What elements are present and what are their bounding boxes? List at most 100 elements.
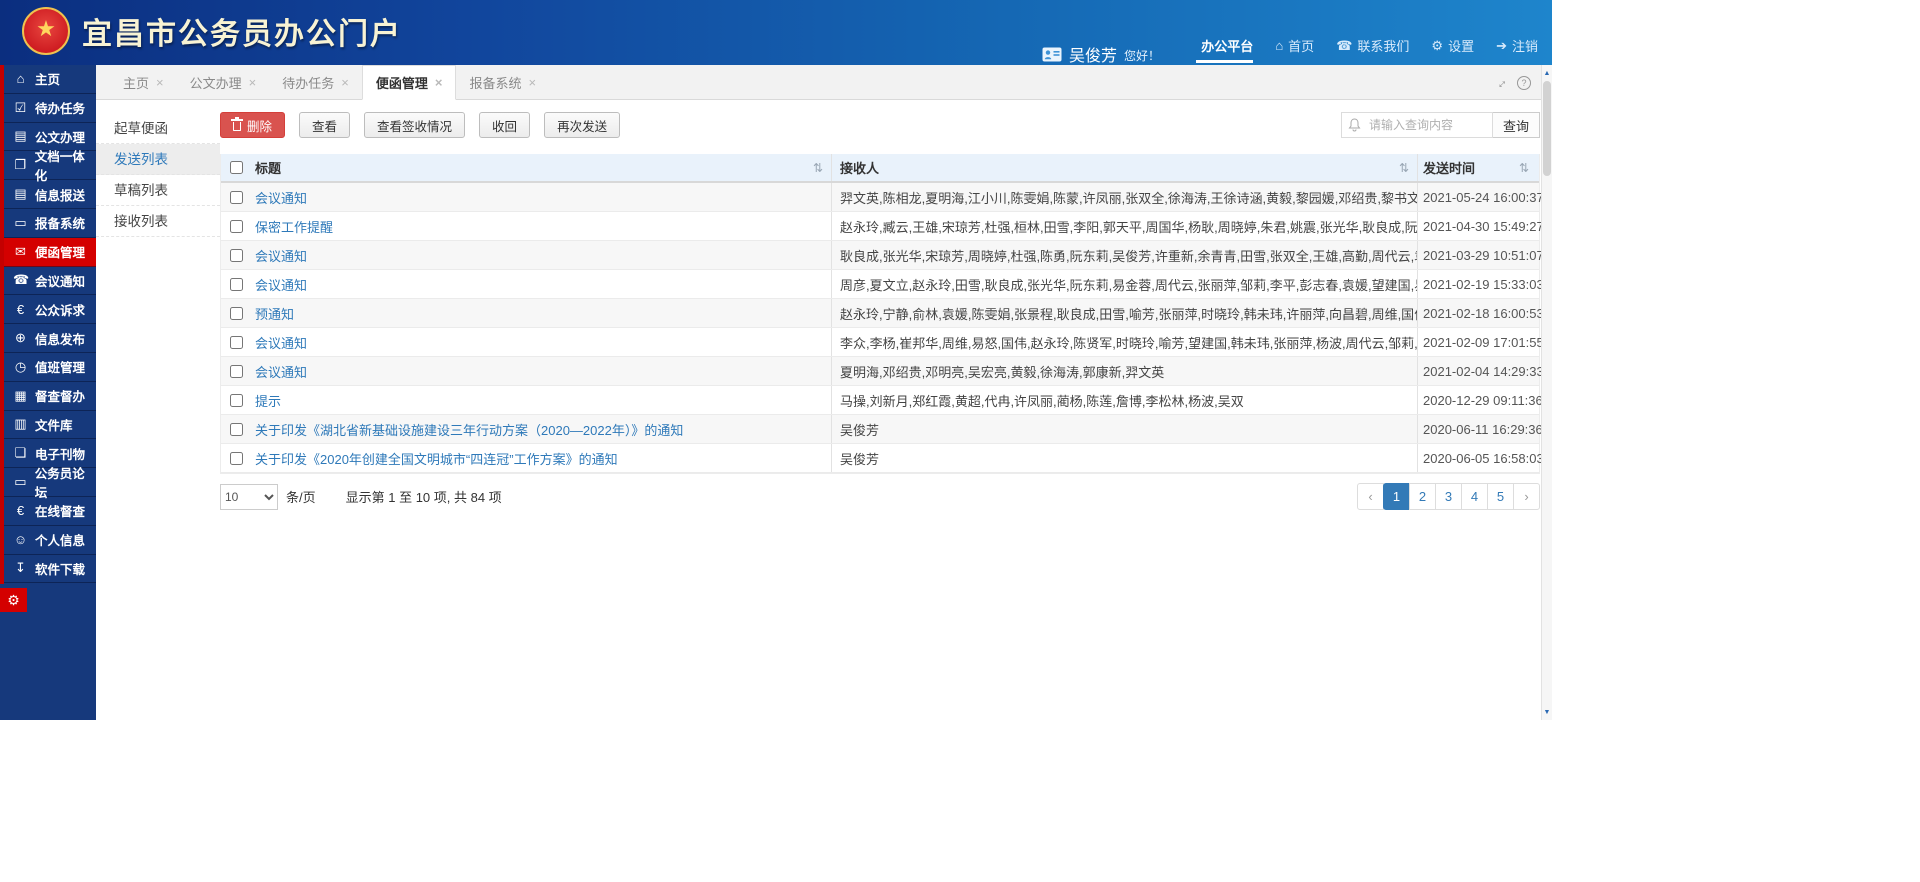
tab-close-icon[interactable]: × xyxy=(528,76,536,89)
memo-title-link[interactable]: 会议通知 xyxy=(255,191,307,206)
row-checkbox[interactable] xyxy=(230,249,243,262)
submenu-item-label: 接收列表 xyxy=(114,214,168,229)
top-nav-item[interactable]: ⌂ 首页 xyxy=(1275,36,1314,63)
sort-icon[interactable]: ⇅ xyxy=(1399,161,1409,175)
table-row: 会议通知 周彦,夏文立,赵永玲,田雪,耿良成,张光华,阮东莉,易金蓉,周代云,张… xyxy=(221,270,1539,299)
next-page-button[interactable]: › xyxy=(1513,483,1540,510)
sidebar-item-label: 便函管理 xyxy=(35,242,85,261)
memo-title-link[interactable]: 会议通知 xyxy=(255,249,307,264)
sidebar-item[interactable]: ◷ 值班管理 xyxy=(0,353,96,382)
memo-title-link[interactable]: 提示 xyxy=(255,394,281,409)
sidebar-item[interactable]: ⌂ 主页 xyxy=(0,65,96,94)
sidebar-item[interactable]: ▦ 督查督办 xyxy=(0,382,96,411)
row-checkbox[interactable] xyxy=(230,423,243,436)
tab-close-icon[interactable]: × xyxy=(156,76,164,89)
page-button[interactable]: 2 xyxy=(1409,483,1436,510)
row-checkbox[interactable] xyxy=(230,191,243,204)
download-icon: ↧ xyxy=(13,560,28,576)
top-nav-item[interactable]: ☎ 联系我们 xyxy=(1336,36,1409,63)
sidebar-menu: ⌂ 主页 ☑ 待办任务 ▤ 公文办理 ❐ 文档一体化 xyxy=(0,65,96,583)
delete-button[interactable]: 删除 xyxy=(220,112,285,138)
row-checkbox[interactable] xyxy=(230,452,243,465)
row-checkbox[interactable] xyxy=(230,307,243,320)
sidebar-item[interactable]: ❐ 文档一体化 xyxy=(0,151,96,180)
submenu-item[interactable]: 起草便函 xyxy=(96,113,220,144)
toolbar-button[interactable]: 再次发送 xyxy=(544,112,620,138)
toolbar-button[interactable]: 收回 xyxy=(479,112,530,138)
scroll-up-arrow[interactable]: ▲ xyxy=(1542,66,1552,80)
sidebar-item[interactable]: ✉ 便函管理 xyxy=(0,238,96,267)
row-checkbox[interactable] xyxy=(230,336,243,349)
column-header-receivers[interactable]: 接收人 ⇅ xyxy=(831,154,1417,181)
toolbar-button[interactable]: 查看 xyxy=(299,112,350,138)
tab-close-icon[interactable]: × xyxy=(341,76,349,89)
memo-title-link[interactable]: 会议通知 xyxy=(255,278,307,293)
column-header-title[interactable]: 标题 ⇅ xyxy=(251,158,831,177)
table-body: 会议通知 羿文英,陈相龙,夏明海,江小川,陈雯娟,陈蒙,许凤丽,张双全,徐海涛,… xyxy=(221,183,1539,473)
online-inspection-icon: € xyxy=(13,503,28,518)
sort-icon[interactable]: ⇅ xyxy=(1519,161,1529,175)
scroll-down-arrow[interactable]: ▼ xyxy=(1542,705,1552,719)
sidebar-item[interactable]: ☎ 会议通知 xyxy=(0,267,96,296)
nav-label: 设置 xyxy=(1448,36,1474,55)
sidebar-item[interactable]: ▭ 报备系统 xyxy=(0,209,96,238)
memo-title-link[interactable]: 关于印发《湖北省新基础设施建设三年行动方案（2020—2022年）》的通知 xyxy=(255,423,683,438)
search-button[interactable]: 查询 xyxy=(1492,112,1540,138)
row-checkbox[interactable] xyxy=(230,394,243,407)
pagination-bar: 10 条/页 显示第 1 至 10 项, 共 84 项 ‹ 1 2 3 4 5 xyxy=(220,483,1540,510)
row-checkbox[interactable] xyxy=(230,220,243,233)
tab[interactable]: 待办任务 × xyxy=(269,65,362,100)
sidebar-item[interactable]: ▤ 信息报送 xyxy=(0,180,96,209)
page-button[interactable]: 1 xyxy=(1383,483,1410,510)
sidebar-item[interactable]: ☑ 待办任务 xyxy=(0,94,96,123)
tab-close-icon[interactable]: × xyxy=(249,76,257,89)
submenu-item-label: 发送列表 xyxy=(114,152,168,167)
sidebar-item[interactable]: ▥ 文件库 xyxy=(0,411,96,440)
submenu-item[interactable]: 草稿列表 xyxy=(96,175,220,206)
sidebar-item[interactable]: € 在线督查 xyxy=(0,497,96,526)
per-page-label: 条/页 xyxy=(286,487,316,506)
sidebar-item[interactable]: ↧ 软件下载 xyxy=(0,555,96,584)
user-name[interactable]: 吴俊芳 xyxy=(1069,42,1117,66)
column-header-time[interactable]: 发送时间 ⇅ xyxy=(1417,154,1537,181)
memo-receivers: 耿良成,张光华,宋琼芳,周晓婷,杜强,陈勇,阮东莉,吴俊芳,许重新,余青青,田雪… xyxy=(831,241,1417,269)
memo-receivers: 吴俊芳 xyxy=(831,444,1417,472)
sidebar-item[interactable]: ▭ 公务员论坛 xyxy=(0,468,96,497)
select-all-checkbox[interactable] xyxy=(230,161,243,174)
row-checkbox[interactable] xyxy=(230,365,243,378)
sort-icon[interactable]: ⇅ xyxy=(813,161,823,175)
memo-title-link[interactable]: 关于印发《2020年创建全国文明城市“四连冠”工作方案》的通知 xyxy=(255,452,618,467)
sidebar-item[interactable]: ⊕ 信息发布 xyxy=(0,324,96,353)
memo-title-link[interactable]: 预通知 xyxy=(255,307,294,322)
memo-title-link[interactable]: 保密工作提醒 xyxy=(255,220,333,235)
search-input[interactable] xyxy=(1341,112,1493,138)
sidebar-item[interactable]: ☺ 个人信息 xyxy=(0,526,96,555)
top-nav-item[interactable]: ➔ 注销 xyxy=(1496,36,1538,63)
help-icon[interactable]: ? xyxy=(1517,76,1531,90)
tab[interactable]: 主页 × xyxy=(110,65,177,100)
sidebar-item[interactable]: € 公众诉求 xyxy=(0,295,96,324)
submenu-item[interactable]: 发送列表 xyxy=(96,144,220,175)
memo-title-link[interactable]: 会议通知 xyxy=(255,336,307,351)
tab-close-icon[interactable]: × xyxy=(435,76,443,89)
row-checkbox[interactable] xyxy=(230,278,243,291)
page-button[interactable]: 3 xyxy=(1435,483,1462,510)
sidebar-collapse-button[interactable]: ⚙ xyxy=(0,588,27,612)
top-nav-item[interactable]: ⚙ 设置 xyxy=(1431,36,1474,63)
memo-title-link[interactable]: 会议通知 xyxy=(255,365,307,380)
vertical-scrollbar[interactable]: ▲ ▼ xyxy=(1541,65,1552,720)
tab[interactable]: 报备系统 × xyxy=(456,65,549,100)
tab[interactable]: 便函管理 × xyxy=(362,65,457,100)
page-button[interactable]: 4 xyxy=(1461,483,1488,510)
submenu-item[interactable]: 接收列表 xyxy=(96,206,220,237)
toolbar-button[interactable]: 查看签收情况 xyxy=(364,112,465,138)
scrollbar-thumb[interactable] xyxy=(1543,81,1551,176)
tab[interactable]: 公文办理 × xyxy=(177,65,270,100)
expand-icon[interactable]: ↔ xyxy=(1491,73,1511,93)
page-size-select[interactable]: 10 xyxy=(220,484,278,510)
main-panel: 删除 查看 查看签收情况 收回 再次发送 xyxy=(220,100,1540,510)
page-button[interactable]: 5 xyxy=(1487,483,1514,510)
top-nav-item[interactable]: 办公平台 xyxy=(1196,36,1253,63)
memo-send-time: 2021-05-24 16:00:37 xyxy=(1417,183,1537,211)
prev-page-button[interactable]: ‹ xyxy=(1357,483,1384,510)
